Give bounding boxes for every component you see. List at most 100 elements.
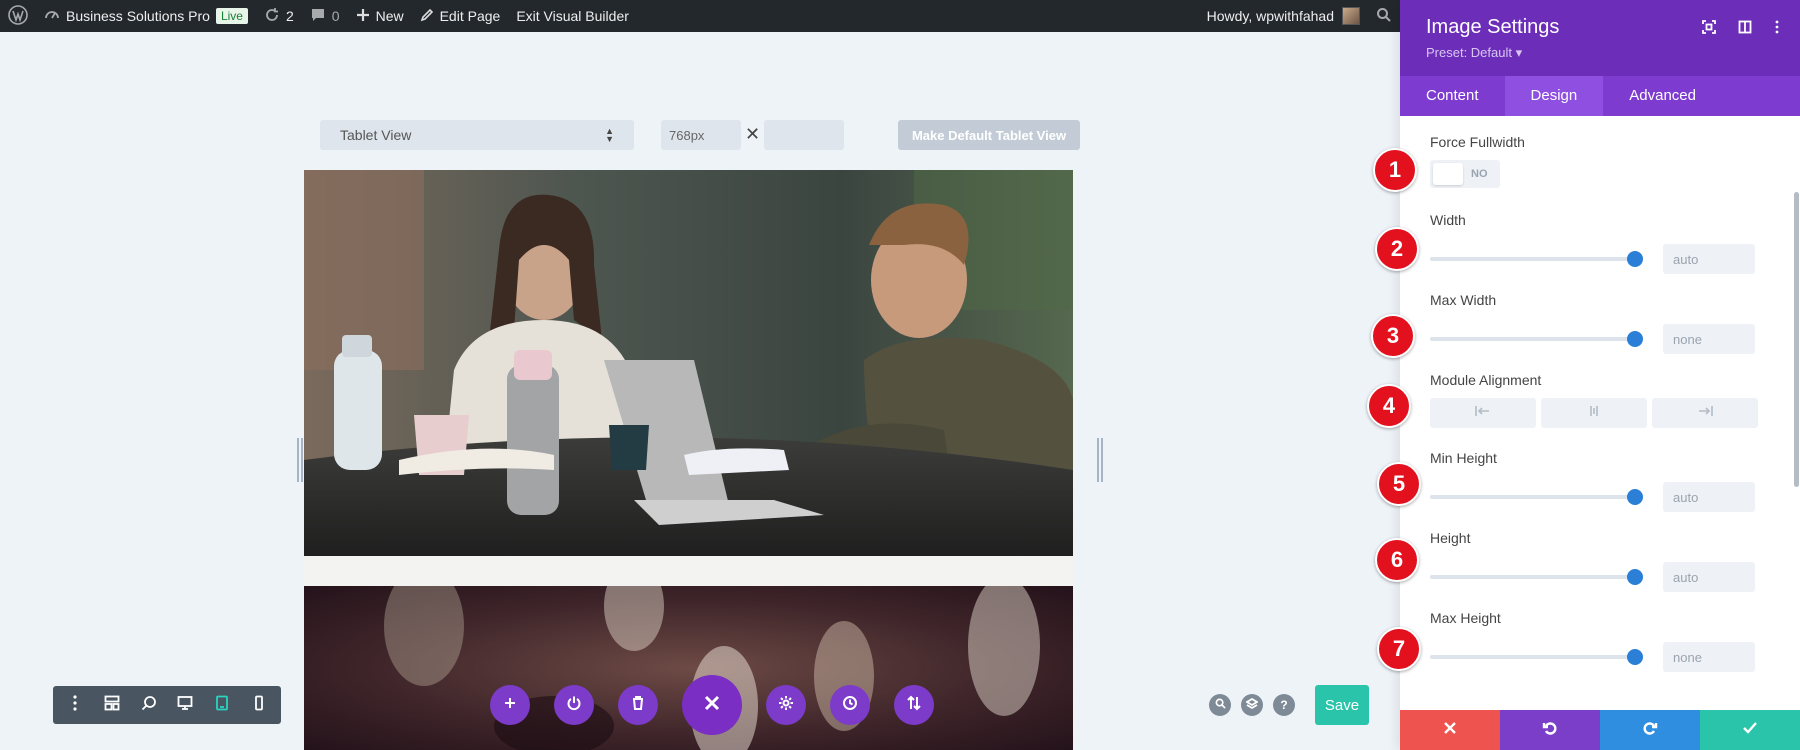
align-right-icon bbox=[1697, 404, 1713, 422]
find-replace-button[interactable] bbox=[1209, 694, 1231, 716]
align-left-icon bbox=[1475, 404, 1491, 422]
redo-button[interactable] bbox=[1600, 710, 1700, 750]
view-mode-select[interactable]: Tablet View ▲ ▼ bbox=[320, 120, 634, 150]
add-module-button[interactable] bbox=[490, 685, 530, 725]
design-settings: Force Fullwidth NO Width auto Max Width … bbox=[1400, 116, 1800, 700]
edit-page-label: Edit Page bbox=[439, 8, 501, 24]
zoom-view-button[interactable] bbox=[136, 692, 162, 718]
slider-handle[interactable] bbox=[1627, 251, 1643, 267]
align-right-button[interactable] bbox=[1652, 398, 1758, 428]
panel-scrollbar[interactable] bbox=[1794, 192, 1799, 487]
undo-button[interactable] bbox=[1500, 710, 1600, 750]
width-input[interactable]: auto bbox=[1663, 244, 1755, 274]
annotation-badge-4: 4 bbox=[1367, 384, 1411, 428]
slider-handle[interactable] bbox=[1627, 649, 1643, 665]
comments-count: 0 bbox=[331, 8, 340, 24]
canvas-resize-handle-left[interactable] bbox=[297, 438, 303, 482]
min-height-input[interactable]: auto bbox=[1663, 482, 1755, 512]
height-input[interactable]: auto bbox=[1663, 562, 1755, 592]
save-button[interactable]: Save bbox=[1315, 685, 1369, 725]
max-height-slider[interactable] bbox=[1430, 649, 1643, 665]
field-label: Force Fullwidth bbox=[1430, 134, 1525, 150]
preview-width-input[interactable]: 768px bbox=[661, 120, 741, 150]
field-label: Module Alignment bbox=[1430, 372, 1542, 388]
account-menu[interactable]: Howdy, wpwithfahad bbox=[1199, 0, 1368, 32]
desktop-view-button[interactable] bbox=[172, 692, 198, 718]
desktop-icon bbox=[177, 695, 193, 716]
preset-dropdown[interactable]: Preset: Default ▾ bbox=[1426, 45, 1774, 61]
focus-icon[interactable] bbox=[1702, 20, 1716, 39]
history-button[interactable] bbox=[830, 685, 870, 725]
slider-handle[interactable] bbox=[1627, 569, 1643, 585]
delete-module-button[interactable] bbox=[618, 685, 658, 725]
align-center-icon bbox=[1586, 404, 1602, 422]
edit-page-link[interactable]: Edit Page bbox=[412, 0, 509, 32]
height-slider[interactable] bbox=[1430, 569, 1643, 585]
page-settings-button[interactable] bbox=[766, 685, 806, 725]
field-label: Height bbox=[1430, 530, 1471, 546]
admin-search-button[interactable] bbox=[1368, 0, 1400, 32]
disable-module-button[interactable] bbox=[554, 685, 594, 725]
builder-view-toolbar bbox=[53, 686, 281, 724]
layers-icon bbox=[1245, 697, 1259, 713]
tablet-view-button[interactable] bbox=[209, 692, 235, 718]
layers-button[interactable] bbox=[1241, 694, 1263, 716]
comments-icon bbox=[310, 7, 326, 26]
help-label: ? bbox=[1280, 698, 1288, 712]
tab-advanced[interactable]: Advanced bbox=[1603, 76, 1722, 116]
check-icon bbox=[1742, 721, 1758, 740]
gear-icon bbox=[778, 695, 794, 716]
field-label: Max Width bbox=[1430, 292, 1497, 308]
wireframe-view-button[interactable] bbox=[99, 692, 125, 718]
tab-content[interactable]: Content bbox=[1400, 76, 1505, 116]
panel-header: Image Settings Preset: Default ▾ bbox=[1400, 0, 1800, 76]
layout-icon bbox=[104, 695, 120, 716]
wordpress-logo-button[interactable] bbox=[0, 0, 36, 32]
max-height-input[interactable]: none bbox=[1663, 642, 1755, 672]
undo-icon bbox=[1542, 720, 1558, 741]
panel-tabs: Content Design Advanced bbox=[1400, 76, 1800, 116]
slider-handle[interactable] bbox=[1627, 489, 1643, 505]
new-link[interactable]: New bbox=[348, 0, 412, 32]
portability-button[interactable] bbox=[894, 685, 934, 725]
tab-design[interactable]: Design bbox=[1504, 76, 1604, 116]
exit-visual-builder-label: Exit Visual Builder bbox=[516, 8, 629, 24]
field-label: Width bbox=[1430, 212, 1466, 228]
chess-photo[interactable] bbox=[304, 586, 1073, 750]
search-icon bbox=[1215, 698, 1226, 712]
redo-icon bbox=[1642, 720, 1658, 741]
dashboard-icon bbox=[44, 7, 60, 26]
field-label: Max Height bbox=[1430, 610, 1501, 626]
site-name-link[interactable]: Business Solutions Pro Live bbox=[36, 0, 256, 32]
preview-height-input[interactable] bbox=[764, 120, 844, 150]
discard-changes-button[interactable] bbox=[1400, 710, 1500, 750]
close-module-button[interactable] bbox=[682, 675, 742, 735]
comments-link[interactable]: 0 bbox=[302, 0, 348, 32]
force-fullwidth-toggle[interactable]: NO bbox=[1430, 160, 1500, 188]
phone-view-button[interactable] bbox=[246, 692, 272, 718]
builder-menu-button[interactable] bbox=[62, 692, 88, 718]
site-name: Business Solutions Pro bbox=[66, 8, 210, 24]
save-changes-button[interactable] bbox=[1700, 710, 1800, 750]
tablet-icon bbox=[215, 695, 229, 716]
panel-footer bbox=[1400, 710, 1800, 750]
kebab-icon[interactable] bbox=[1774, 20, 1780, 39]
width-slider[interactable] bbox=[1430, 251, 1643, 267]
split-icon[interactable] bbox=[1738, 20, 1752, 39]
align-center-button[interactable] bbox=[1541, 398, 1647, 428]
image-module-photo[interactable] bbox=[304, 170, 1073, 556]
help-button[interactable]: ? bbox=[1273, 694, 1295, 716]
max-width-slider[interactable] bbox=[1430, 331, 1643, 347]
updates-link[interactable]: 2 bbox=[256, 0, 302, 32]
times-icon: ✕ bbox=[745, 124, 761, 144]
module-alignment-field: Module Alignment bbox=[1430, 372, 1770, 428]
slider-handle[interactable] bbox=[1627, 331, 1643, 347]
min-height-slider[interactable] bbox=[1430, 489, 1643, 505]
max-width-input[interactable]: none bbox=[1663, 324, 1755, 354]
make-default-tablet-view-button[interactable]: Make Default Tablet View bbox=[898, 120, 1080, 150]
exit-visual-builder-link[interactable]: Exit Visual Builder bbox=[508, 0, 637, 32]
canvas-resize-handle-right[interactable] bbox=[1097, 438, 1103, 482]
annotation-badge-6: 6 bbox=[1375, 538, 1419, 582]
chess-pieces-illustration bbox=[384, 586, 1040, 750]
align-left-button[interactable] bbox=[1430, 398, 1536, 428]
